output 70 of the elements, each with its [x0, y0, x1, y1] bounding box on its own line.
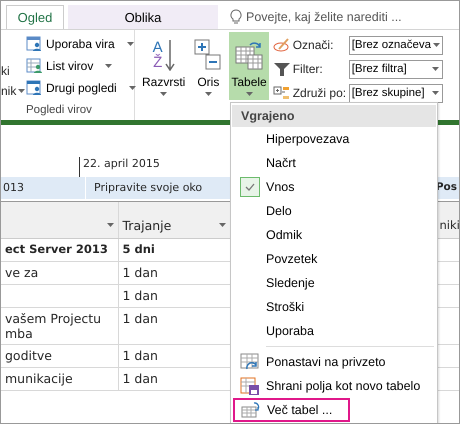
task-name-cell: munikacije: [5, 371, 73, 386]
sort-letter: A: [152, 40, 163, 55]
timeline-task: 013: [1, 177, 86, 199]
caret-icon: [18, 89, 26, 93]
people-list-icon: [26, 36, 42, 52]
ribbon-button[interactable]: Tabele: [229, 32, 269, 100]
people-sheet-icon: [26, 58, 42, 74]
task-name-cell: ve za: [5, 265, 38, 280]
caret-icon: [106, 223, 114, 227]
filter-label: Označi:: [292, 38, 334, 52]
table-reset-icon: [240, 353, 260, 371]
down-arrow-icon: [164, 39, 175, 71]
group-boxes-icon: [272, 85, 291, 101]
filter-label: Filter:: [292, 62, 323, 76]
ribbon-button-label[interactable]: ki: [1, 64, 23, 78]
menu-item[interactable]: Načrt: [232, 151, 436, 175]
group-label: Pogledi virov: [26, 104, 93, 116]
menu-item[interactable]: Ponastavi na privzeto: [232, 350, 436, 374]
people-window-icon: [26, 80, 42, 96]
lightbulb-icon: [230, 9, 242, 25]
caret-icon: [160, 92, 168, 96]
menu-item[interactable]: Hiperpovezava: [232, 127, 436, 151]
caret-icon: [432, 91, 439, 95]
dropdown-field[interactable]: [Brez filtra]: [348, 60, 443, 78]
duration-cell: 1 dan: [122, 311, 158, 326]
sort-letter: Ž: [152, 55, 163, 70]
caret-icon: [105, 64, 112, 68]
caret-icon: [218, 223, 226, 227]
menu-item[interactable]: Sledenje: [232, 271, 436, 295]
caret-icon: [204, 92, 212, 96]
task-name-cell: ect Server 2013: [5, 242, 108, 256]
ribbon-button[interactable]: Uporaba vira: [26, 33, 134, 55]
ribbon-tab[interactable]: Oblika: [68, 5, 218, 29]
caret-icon: [128, 86, 136, 90]
ribbon-button-label[interactable]: nik: [1, 84, 16, 98]
task-name-cell: goditve: [5, 348, 52, 363]
ribbon-tab[interactable]: Ogled: [6, 5, 64, 29]
menu-section-header: Vgrajeno: [232, 105, 436, 127]
timeline-task: Pripravite svoje oko: [93, 180, 204, 196]
menu-item[interactable]: Odmik: [232, 223, 436, 247]
filter-icon: [272, 61, 291, 77]
table-save-icon: [240, 377, 260, 395]
ribbon-button[interactable]: List virov: [26, 55, 112, 77]
ribbon-button[interactable]: Oris: [189, 32, 228, 100]
duration-cell: 1 dan: [122, 371, 158, 386]
caret-icon: [246, 92, 253, 96]
menu-item[interactable]: Uporaba: [232, 319, 436, 343]
outline-plus-minus-icon: [193, 38, 224, 72]
menu-item[interactable]: Stroški: [232, 295, 436, 319]
caret-icon: [432, 67, 439, 71]
menu-item[interactable]: Delo: [232, 199, 436, 223]
caret-icon: [432, 43, 440, 47]
dropdown-field[interactable]: [Brez označeva: [348, 36, 443, 54]
duration-cell: 5 dni: [122, 242, 155, 256]
duration-cell: 1 dan: [122, 265, 158, 280]
duration-cell: 1 dan: [122, 288, 158, 303]
menu-item[interactable]: Več tabel ...: [233, 398, 350, 422]
menu-item[interactable]: Shrani polja kot novo tabelo: [232, 374, 436, 398]
ribbon-button[interactable]: A Ž Razvrsti: [140, 32, 188, 100]
dropdown-field[interactable]: [Brez skupine]: [348, 84, 443, 102]
filter-label: Združi po:: [292, 86, 346, 100]
table-arrows-icon: [241, 401, 261, 419]
tell-me-search-field[interactable]: Povejte, kaj želite narediti ...: [246, 10, 446, 24]
task-name-cell: vašem Projectu mba: [5, 311, 102, 341]
column-header[interactable]: Trajanje: [122, 218, 172, 232]
ribbon-button[interactable]: Drugi pogledi: [26, 77, 136, 99]
menu-item[interactable]: Povzetek: [232, 247, 436, 271]
duration-cell: 1 dan: [122, 348, 158, 363]
caret-icon: [126, 42, 134, 46]
highlighter-icon: [272, 37, 291, 53]
